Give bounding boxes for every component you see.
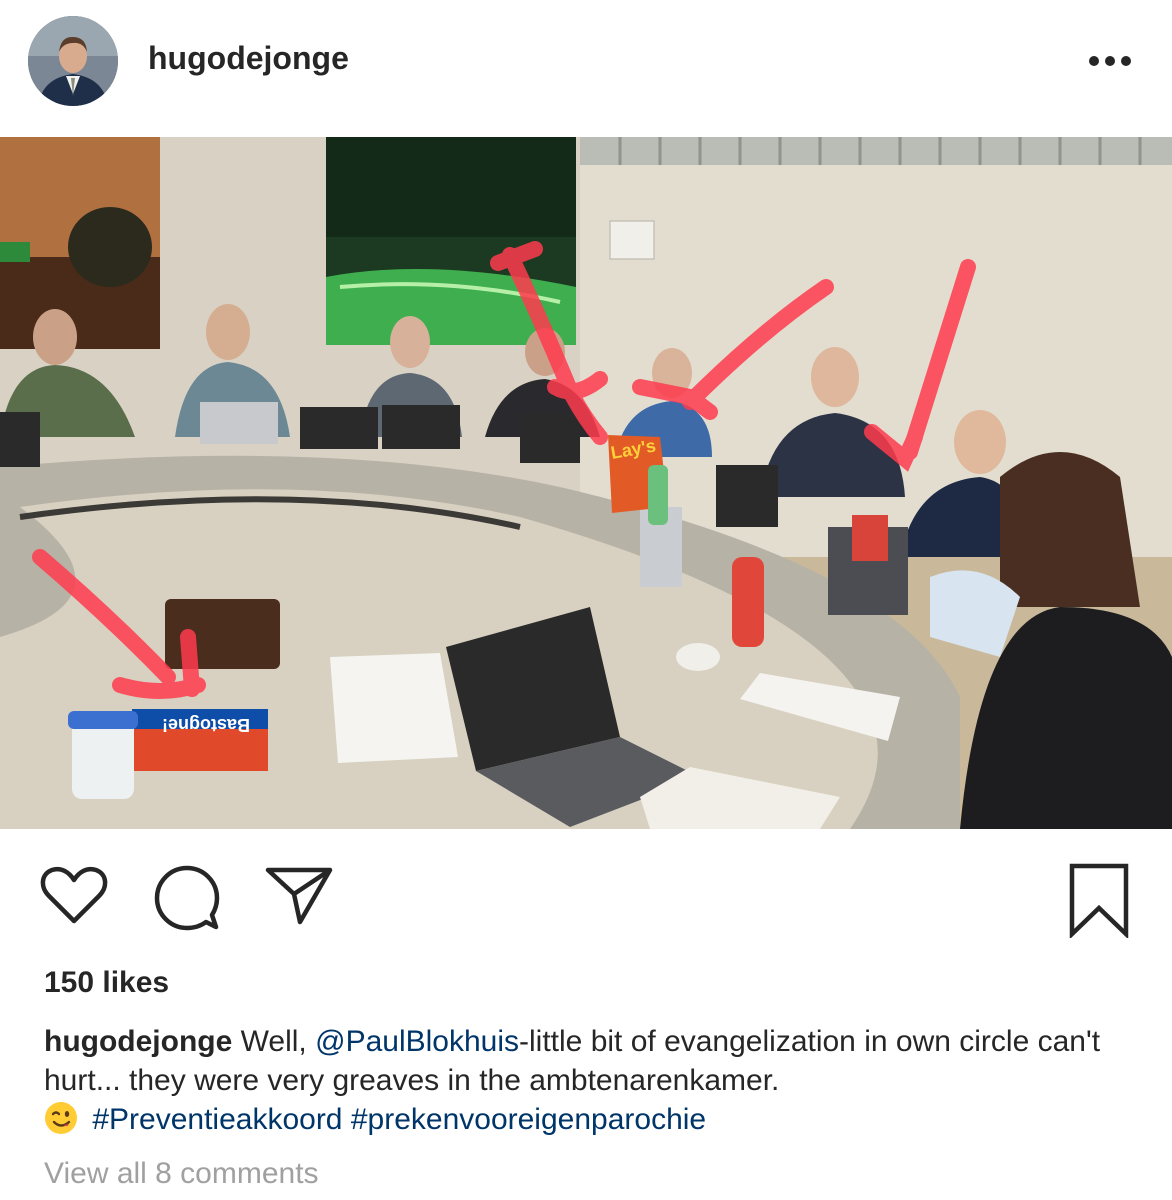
view-all-comments-link[interactable]: View all 8 comments [44,1157,319,1191]
heart-icon[interactable] [40,865,108,925]
hashtag-preventieakkoord[interactable]: #Preventieakkoord [92,1103,342,1136]
avatar[interactable] [28,16,118,106]
comment-bubble-icon[interactable] [154,865,220,931]
more-horizontal-icon[interactable] [1086,54,1134,68]
post-actions [0,850,1172,940]
caption-mention-link[interactable]: @PaulBlokhuis [315,1025,519,1058]
caption-text-1: Well, [232,1025,316,1058]
wink-emoji-icon [44,1101,78,1135]
post-header: hugodejonge [0,0,1172,137]
caption-username[interactable]: hugodejonge [44,1025,232,1058]
post-photo[interactable]: Lay's Bastogne! [0,137,1172,829]
cookie-brand-label: Bastogne! [162,715,250,735]
likes-count[interactable]: 150 likes [44,966,169,1000]
post-caption: hugodejonge Well, @PaulBlokhuis-little b… [44,1022,1144,1139]
paper-plane-icon[interactable] [264,864,334,926]
hashtag-prekenvooreigenparochie[interactable]: #prekenvooreigenparochie [351,1103,706,1136]
username[interactable]: hugodejonge [148,40,349,77]
bookmark-icon[interactable] [1068,862,1130,940]
